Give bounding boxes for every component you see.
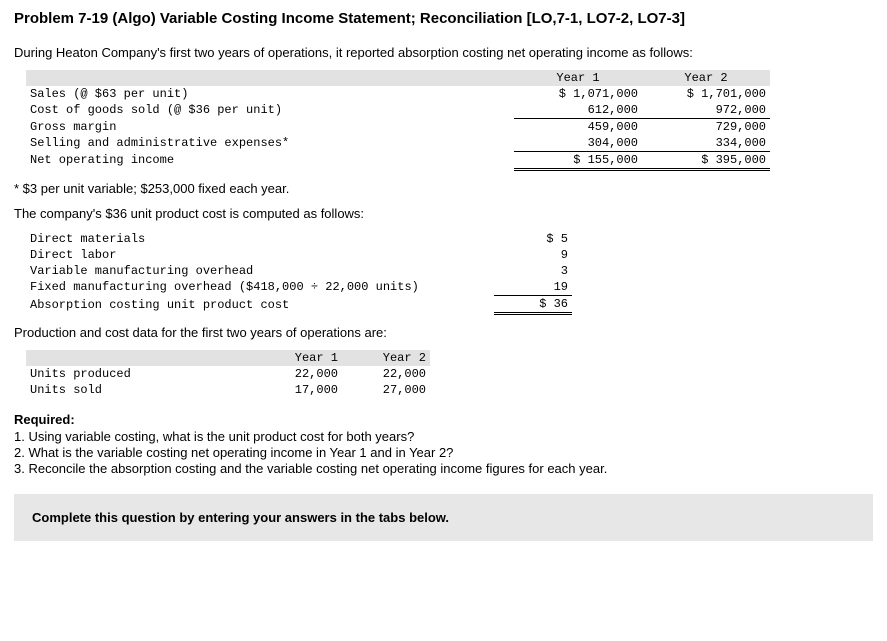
income-statement-table: Year 1 Year 2 Sales (@ $63 per unit) $ 1… [26, 70, 770, 171]
row-value: 9 [494, 247, 572, 263]
row-label: Direct labor [26, 247, 494, 263]
table-row: Direct materials $ 5 [26, 231, 572, 247]
footnote: * $3 per unit variable; $253,000 fixed e… [14, 181, 873, 196]
row-value: 729,000 [642, 119, 770, 136]
table-row: Units produced 22,000 22,000 [26, 366, 430, 382]
unit-cost-table: Direct materials $ 5 Direct labor 9 Vari… [26, 231, 572, 315]
table-row: Sales (@ $63 per unit) $ 1,071,000 $ 1,7… [26, 86, 770, 102]
row-label: Cost of goods sold (@ $36 per unit) [26, 102, 514, 119]
row-value: 334,000 [642, 135, 770, 152]
row-label: Units produced [26, 366, 254, 382]
table-row: Selling and administrative expenses* 304… [26, 135, 770, 152]
requirement-item: 1. Using variable costing, what is the u… [14, 429, 873, 444]
row-value: 972,000 [642, 102, 770, 119]
year1-header: Year 1 [514, 70, 642, 86]
table-row: Gross margin 459,000 729,000 [26, 119, 770, 136]
requirements-list: 1. Using variable costing, what is the u… [14, 429, 873, 476]
year1-header: Year 1 [254, 350, 342, 366]
problem-title: Problem 7-19 (Algo) Variable Costing Inc… [14, 10, 873, 27]
blank-header [26, 350, 254, 366]
table-row: Net operating income $ 155,000 $ 395,000 [26, 152, 770, 170]
row-value: $ 395,000 [642, 152, 770, 170]
row-label: Variable manufacturing overhead [26, 263, 494, 279]
table-row: Fixed manufacturing overhead ($418,000 ÷… [26, 279, 572, 296]
row-value: $ 1,701,000 [642, 86, 770, 102]
table-row: Direct labor 9 [26, 247, 572, 263]
requirement-item: 2. What is the variable costing net oper… [14, 445, 873, 460]
row-value: 19 [494, 279, 572, 296]
requirement-item: 3. Reconcile the absorption costing and … [14, 461, 873, 476]
row-label: Fixed manufacturing overhead ($418,000 ÷… [26, 279, 494, 296]
table-row: Absorption costing unit product cost $ 3… [26, 296, 572, 314]
intro-paragraph: During Heaton Company's first two years … [14, 45, 873, 60]
year2-header: Year 2 [642, 70, 770, 86]
row-value: 459,000 [514, 119, 642, 136]
prod-intro: Production and cost data for the first t… [14, 325, 873, 340]
table-row: Variable manufacturing overhead 3 [26, 263, 572, 279]
row-value: $ 36 [494, 296, 572, 314]
table-row: Units sold 17,000 27,000 [26, 382, 430, 398]
row-value: 612,000 [514, 102, 642, 119]
instruction-banner: Complete this question by entering your … [14, 494, 873, 541]
row-value: $ 5 [494, 231, 572, 247]
year2-header: Year 2 [342, 350, 430, 366]
row-value: 17,000 [254, 382, 342, 398]
row-label: Selling and administrative expenses* [26, 135, 514, 152]
row-value: 304,000 [514, 135, 642, 152]
production-table: Year 1 Year 2 Units produced 22,000 22,0… [26, 350, 430, 398]
row-value: $ 155,000 [514, 152, 642, 170]
row-value: 27,000 [342, 382, 430, 398]
row-value: 22,000 [342, 366, 430, 382]
row-label: Units sold [26, 382, 254, 398]
row-label: Sales (@ $63 per unit) [26, 86, 514, 102]
row-label: Direct materials [26, 231, 494, 247]
row-label: Gross margin [26, 119, 514, 136]
row-value: 22,000 [254, 366, 342, 382]
row-value: $ 1,071,000 [514, 86, 642, 102]
cost-intro: The company's $36 unit product cost is c… [14, 206, 873, 221]
table-row: Cost of goods sold (@ $36 per unit) 612,… [26, 102, 770, 119]
required-heading: Required: [14, 412, 873, 427]
row-label: Absorption costing unit product cost [26, 296, 494, 314]
blank-header [26, 70, 514, 86]
row-label: Net operating income [26, 152, 514, 170]
row-value: 3 [494, 263, 572, 279]
